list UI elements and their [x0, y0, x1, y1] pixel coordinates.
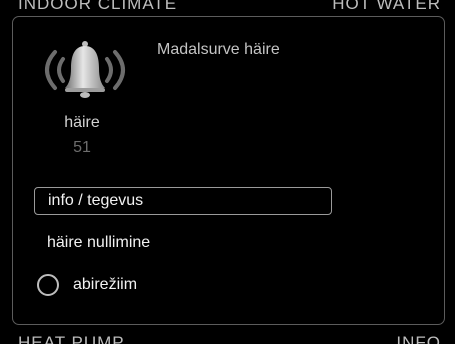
info-action-menu-item[interactable]: info / tegevus [34, 187, 332, 215]
bell-icon [35, 37, 135, 99]
background-menu-info: INFO [396, 333, 441, 344]
alarm-title: Madalsurve häire [157, 41, 280, 58]
aid-mode-label: abirežiim [73, 276, 138, 293]
alarm-label: häire [64, 114, 100, 131]
alarm-dialog: Madalsurve häire häire 51 info / tegevus… [12, 16, 445, 325]
alarm-code: 51 [73, 139, 91, 156]
aid-mode-menu-item[interactable]: abirežiim [37, 274, 137, 296]
background-menu-hot-water: HOT WATER [332, 0, 441, 13]
aid-mode-radio[interactable] [37, 274, 59, 296]
reset-alarm-menu-item[interactable]: häire nullimine [47, 235, 150, 251]
background-menu-heat-pump: HEAT PUMP [18, 333, 125, 344]
background-menu-indoor-climate: INDOOR CLIMATE [18, 0, 178, 13]
